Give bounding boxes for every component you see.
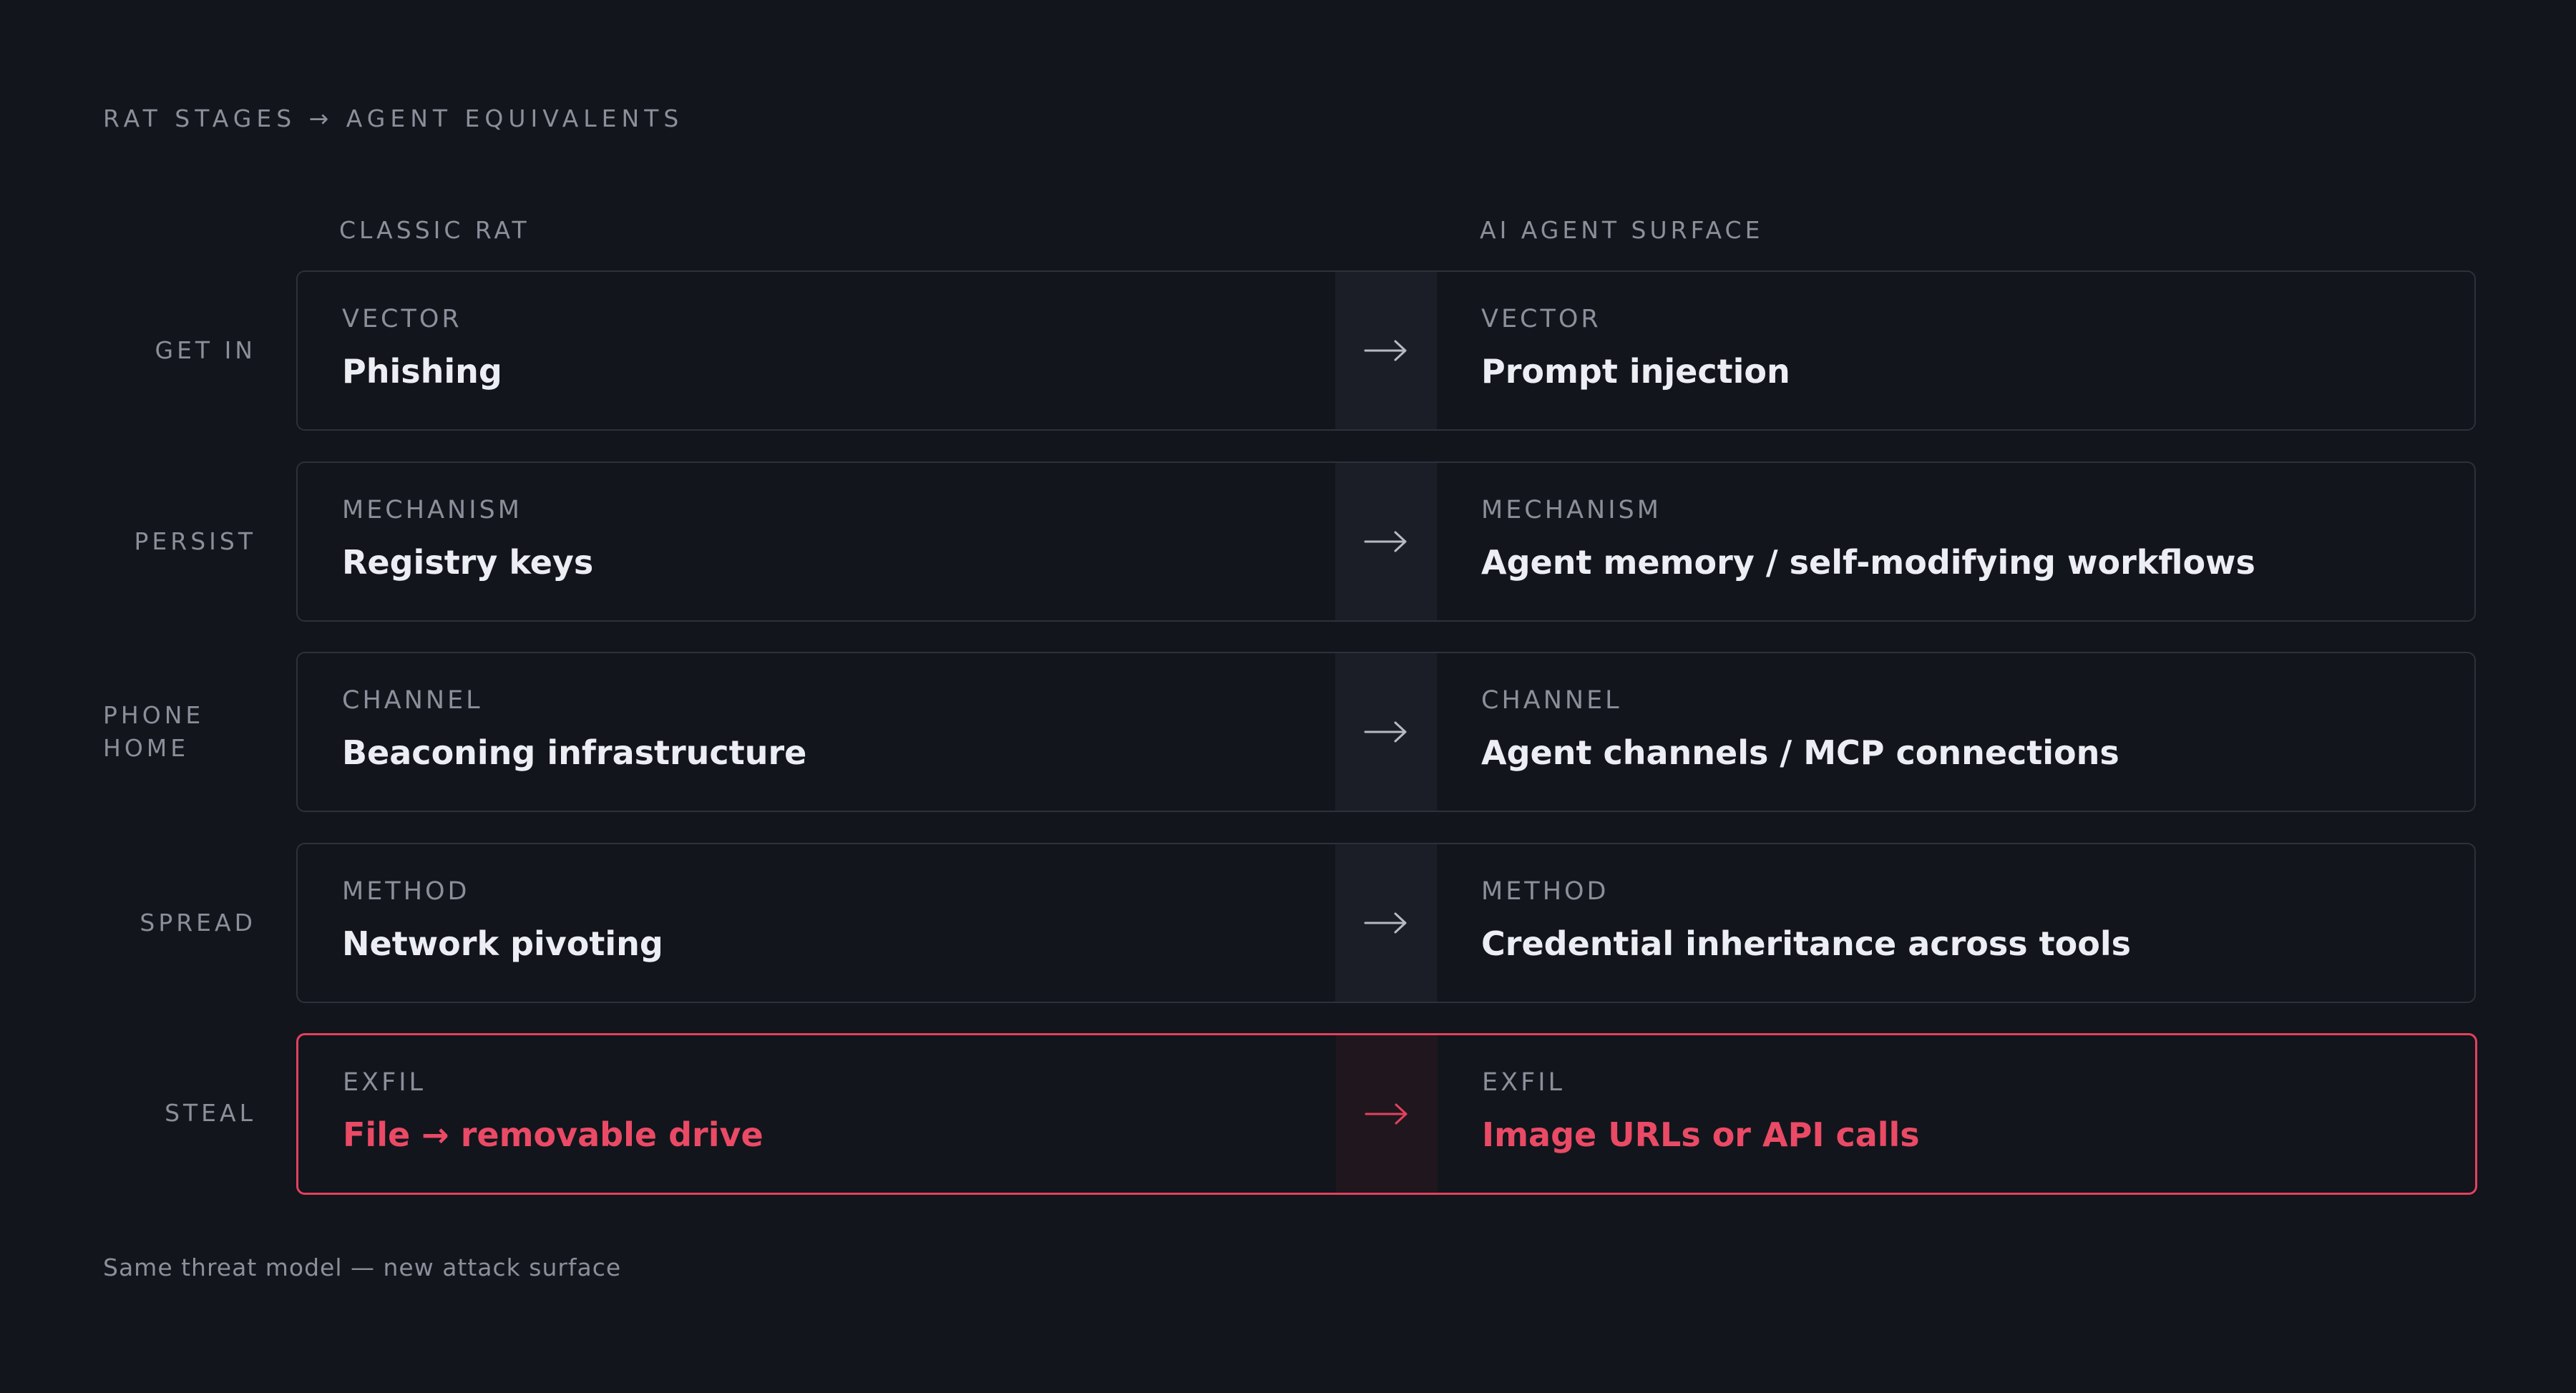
classic-value: File → removable drive — [343, 1115, 763, 1154]
classic-cell: MECHANISM Registry keys — [298, 463, 1335, 620]
comparison-card: CHANNEL Beaconing infrastructure CHANNEL… — [296, 652, 2476, 812]
agent-value: Agent memory / self-modifying workflows — [1481, 543, 2255, 582]
classic-value: Phishing — [342, 352, 502, 391]
comparison-row-spread: SPREAD METHOD Network pivoting METHOD Cr… — [0, 843, 2576, 1003]
stage-label-text: PHONE HOME — [103, 701, 205, 762]
agent-value: Agent channels / MCP connections — [1481, 733, 2119, 772]
agent-cell: VECTOR Prompt injection — [1437, 272, 2474, 429]
arrow-divider — [1335, 653, 1437, 811]
agent-cell: EXFIL Image URLs or API calls — [1438, 1035, 2475, 1193]
agent-kind-label: EXFIL — [1482, 1068, 1566, 1097]
classic-kind-label: CHANNEL — [342, 686, 483, 715]
stage-label: PERSIST — [134, 527, 256, 555]
agent-kind-label: MECHANISM — [1481, 496, 1662, 524]
stage-label: STEAL — [165, 1099, 256, 1127]
agent-value: Prompt injection — [1481, 352, 1790, 391]
classic-kind-label: VECTOR — [342, 305, 462, 333]
comparison-row-phone-home: PHONE HOME CHANNEL Beaconing infrastruct… — [0, 652, 2576, 812]
agent-cell: CHANNEL Agent channels / MCP connections — [1437, 653, 2474, 811]
arrow-right-icon — [1364, 912, 1407, 934]
comparison-card: MECHANISM Registry keys MECHANISM Agent … — [296, 461, 2476, 622]
arrow-divider — [1335, 272, 1437, 429]
agent-kind-label: CHANNEL — [1481, 686, 1622, 715]
arrow-divider — [1336, 1035, 1438, 1193]
comparison-card: VECTOR Phishing VECTOR Prompt injection — [296, 270, 2476, 431]
agent-kind-label: METHOD — [1481, 877, 1609, 906]
comparison-row-steal: STEAL EXFIL File → removable drive EXFIL… — [0, 1033, 2576, 1195]
arrow-right-icon — [1364, 531, 1407, 552]
comparison-row-get-in: GET IN VECTOR Phishing VECTOR Prompt inj… — [0, 270, 2576, 431]
arrow-divider — [1335, 844, 1437, 1002]
stage-label: PHONE HOME — [103, 652, 256, 812]
classic-cell: EXFIL File → removable drive — [298, 1035, 1336, 1193]
classic-cell: CHANNEL Beaconing infrastructure — [298, 653, 1335, 811]
comparison-card: METHOD Network pivoting METHOD Credentia… — [296, 843, 2476, 1003]
comparison-table: GET IN VECTOR Phishing VECTOR Prompt inj… — [0, 0, 2576, 1393]
classic-value: Registry keys — [342, 543, 594, 582]
stage-label: SPREAD — [140, 909, 256, 937]
classic-kind-label: METHOD — [342, 877, 470, 906]
agent-value: Image URLs or API calls — [1482, 1115, 1920, 1154]
agent-cell: MECHANISM Agent memory / self-modifying … — [1437, 463, 2474, 620]
arrow-right-icon — [1365, 1103, 1407, 1125]
classic-cell: VECTOR Phishing — [298, 272, 1335, 429]
comparison-row-persist: PERSIST MECHANISM Registry keys MECHANIS… — [0, 461, 2576, 622]
classic-value: Network pivoting — [342, 924, 663, 963]
classic-kind-label: EXFIL — [343, 1068, 426, 1097]
stage-label: GET IN — [155, 336, 256, 364]
agent-kind-label: VECTOR — [1481, 305, 1601, 333]
agent-value: Credential inheritance across tools — [1481, 924, 2131, 963]
arrow-divider — [1335, 463, 1437, 620]
classic-cell: METHOD Network pivoting — [298, 844, 1335, 1002]
arrow-right-icon — [1364, 721, 1407, 743]
classic-kind-label: MECHANISM — [342, 496, 522, 524]
comparison-card-highlighted: EXFIL File → removable drive EXFIL Image… — [296, 1033, 2477, 1195]
arrow-right-icon — [1364, 340, 1407, 361]
footnote: Same threat model — new attack surface — [103, 1253, 622, 1281]
classic-value: Beaconing infrastructure — [342, 733, 807, 772]
agent-cell: METHOD Credential inheritance across too… — [1437, 844, 2474, 1002]
